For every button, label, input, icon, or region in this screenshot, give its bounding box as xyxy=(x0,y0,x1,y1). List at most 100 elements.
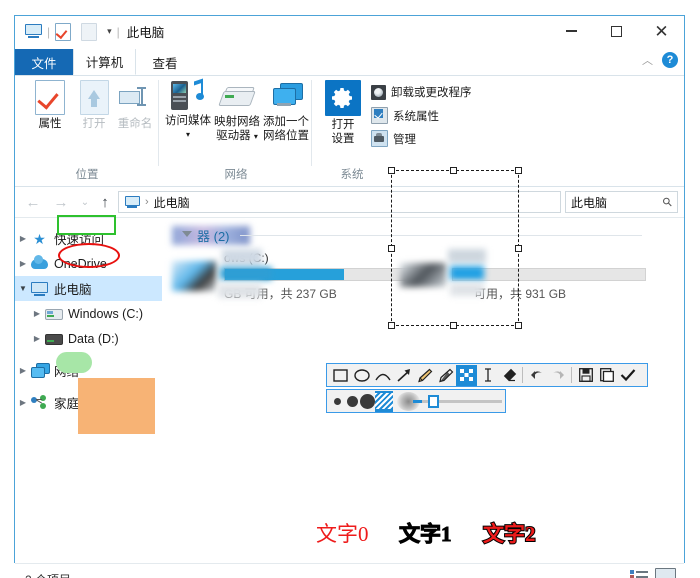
chevron-down-icon[interactable]: ▾ xyxy=(107,26,112,37)
ribbon-body: 属性 打开 重命名 位置 访问媒体 ▾ 映射网络 驱动器 ▾ 添加一个 网络位置… xyxy=(15,76,684,187)
item-count-label: 2 个项目 xyxy=(25,571,71,578)
forward-button[interactable]: → xyxy=(51,192,71,212)
save-button[interactable] xyxy=(575,365,596,386)
large-icons-view-icon[interactable] xyxy=(655,568,676,578)
manage-icon xyxy=(371,130,388,147)
ribbon-button-add-network-location[interactable]: 添加一个 网络位置 xyxy=(261,80,311,143)
chevron-right-icon[interactable]: ▶ xyxy=(15,234,31,243)
resize-handle-e[interactable] xyxy=(515,245,522,252)
highlighter-tool[interactable] xyxy=(435,365,456,386)
resize-handle-nw[interactable] xyxy=(388,167,395,174)
search-input[interactable]: 此电脑 xyxy=(571,194,663,211)
hdd-windows-icon xyxy=(45,306,63,322)
green-rect-quick-access xyxy=(57,215,116,235)
redo-button[interactable] xyxy=(547,365,568,386)
ribbon-button-label: 卸载或更改程序 xyxy=(391,87,472,99)
chevron-down-icon[interactable]: ▼ xyxy=(15,284,31,293)
ribbon-button-label: 系统属性 xyxy=(393,110,439,123)
maximize-button[interactable] xyxy=(594,16,639,46)
triangle-down-icon[interactable] xyxy=(182,231,192,240)
chevron-right-icon[interactable]: ▶ xyxy=(29,334,45,343)
tab-view[interactable]: 查看 xyxy=(140,49,190,75)
sidebar-item-label: Data (D:) xyxy=(68,331,119,346)
resize-handle-sw[interactable] xyxy=(388,322,395,329)
pc-icon[interactable] xyxy=(25,24,42,39)
copy-button[interactable] xyxy=(596,365,617,386)
hatch-pattern-swatch[interactable] xyxy=(375,390,393,412)
close-button[interactable]: ✕ xyxy=(639,16,684,46)
sidebar-item-data-d[interactable]: ▶ Data (D:) xyxy=(29,326,162,351)
chevron-right-icon[interactable]: ▶ xyxy=(15,398,31,407)
details-view-icon[interactable] xyxy=(630,568,649,578)
view-mode-buttons xyxy=(630,568,676,578)
ribbon-button-label: 重命名 xyxy=(117,118,153,130)
ribbon-button-access-media[interactable]: 访问媒体 ▾ xyxy=(164,78,212,141)
hdd-icon xyxy=(45,331,63,347)
tab-computer[interactable]: 计算机 xyxy=(73,49,136,75)
properties-icon[interactable] xyxy=(55,22,72,41)
uninstall-icon xyxy=(371,84,386,100)
breadcrumb-separator: › xyxy=(145,196,149,208)
minimize-button[interactable] xyxy=(549,16,594,46)
chevron-up-icon[interactable]: ︿ xyxy=(642,52,653,68)
chevron-down-icon[interactable]: ▾ xyxy=(254,132,258,141)
tab-file[interactable]: 文件 xyxy=(15,49,73,75)
annotation-text-1: 文字1 xyxy=(399,522,452,547)
quick-access-toolbar: | ▾ | 此电脑 xyxy=(25,22,164,41)
hatch-pattern-icon xyxy=(375,393,393,409)
ribbon-button-map-drive[interactable]: 映射网络 驱动器 ▾ xyxy=(212,80,262,143)
resize-handle-ne[interactable] xyxy=(515,167,522,174)
eraser-tool[interactable] xyxy=(498,365,519,386)
ribbon-button-label: 打开 xyxy=(331,119,355,131)
brush-small[interactable] xyxy=(330,391,345,412)
chevron-right-icon[interactable]: ▶ xyxy=(15,259,31,268)
undo-button[interactable] xyxy=(526,365,547,386)
resize-handle-s[interactable] xyxy=(450,322,457,329)
search-box[interactable]: 此电脑 ⚲ xyxy=(565,191,678,213)
chevron-right-icon[interactable]: ▶ xyxy=(29,309,45,318)
mosaic-tool[interactable] xyxy=(456,364,477,386)
brush-large[interactable] xyxy=(360,391,375,412)
new-folder-icon[interactable] xyxy=(81,22,98,41)
arc-tool[interactable] xyxy=(372,365,393,386)
history-dropdown-button[interactable]: ⌄ xyxy=(75,192,95,212)
resize-handle-w[interactable] xyxy=(388,245,395,252)
open-icon xyxy=(79,80,109,115)
resize-handle-n[interactable] xyxy=(450,167,457,174)
slider-knob[interactable] xyxy=(428,394,439,408)
text-tool[interactable] xyxy=(477,365,498,386)
ribbon-button-rename[interactable]: 重命名 xyxy=(109,80,161,131)
ribbon-button-open-settings[interactable]: 打开 设置 xyxy=(321,80,365,146)
pencil-tool[interactable] xyxy=(414,365,435,386)
toolbar-divider-1 xyxy=(522,367,523,383)
gear-icon xyxy=(325,80,361,116)
resize-handle-se[interactable] xyxy=(515,322,522,329)
toolbar-divider-2 xyxy=(571,367,572,383)
paint-toolbar-options[interactable] xyxy=(326,389,506,413)
slider-track[interactable] xyxy=(413,394,502,408)
back-button[interactable]: ← xyxy=(23,192,43,212)
qat-divider-2: | xyxy=(116,24,120,39)
marquee-selection[interactable] xyxy=(388,167,522,329)
help-icon[interactable]: ? xyxy=(662,52,678,68)
chevron-down-icon[interactable]: ▾ xyxy=(186,128,190,141)
chevron-right-icon[interactable]: ▶ xyxy=(15,366,31,375)
paint-toolbar-tools[interactable] xyxy=(326,363,648,387)
sidebar-item-windows-c[interactable]: ▶ Windows (C:) xyxy=(29,301,162,326)
address-bar: ← → ⌄ ↑ › 此电脑 此电脑 ⚲ xyxy=(15,187,684,217)
ribbon-button-uninstall-program[interactable]: 卸载或更改程序 xyxy=(371,84,472,100)
up-button[interactable]: ↑ xyxy=(95,192,115,212)
ribbon-button-system-properties[interactable]: 系统属性 xyxy=(371,107,439,124)
rectangle-tool[interactable] xyxy=(330,365,351,386)
blur-strength-slider[interactable] xyxy=(397,391,502,411)
window-title: 此电脑 xyxy=(126,26,165,40)
green-highlight-network xyxy=(56,352,92,373)
sidebar-item-this-pc[interactable]: ▼ 此电脑 xyxy=(15,276,162,301)
ribbon-button-label-line2: 网络位置 xyxy=(263,130,309,142)
confirm-button[interactable] xyxy=(617,365,638,386)
title-bar: | ▾ | 此电脑 ✕ xyxy=(15,16,684,49)
ribbon-button-manage[interactable]: 管理 xyxy=(371,130,416,147)
ellipse-tool[interactable] xyxy=(351,365,372,386)
brush-medium[interactable] xyxy=(345,391,360,412)
arrow-tool[interactable] xyxy=(393,365,414,386)
